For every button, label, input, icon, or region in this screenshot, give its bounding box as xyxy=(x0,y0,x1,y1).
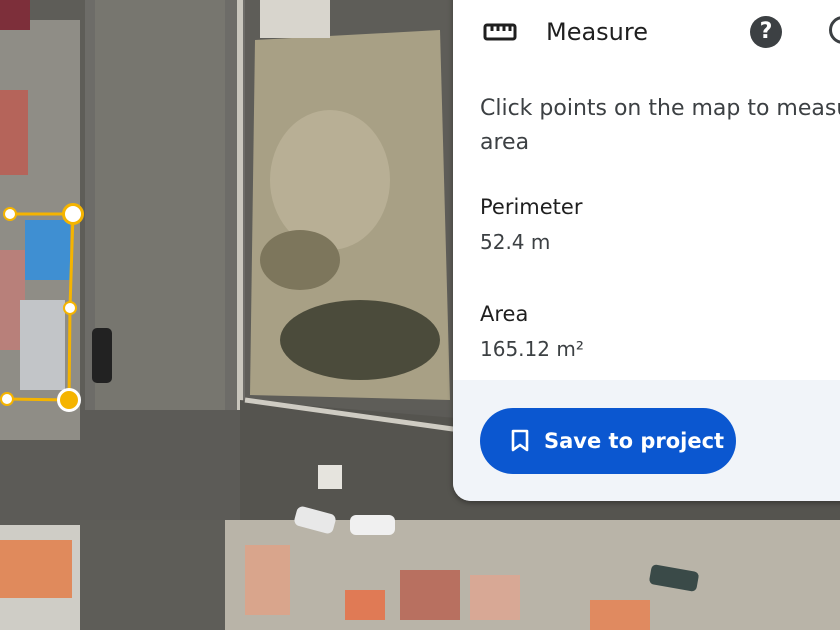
perimeter-label: Perimeter xyxy=(480,195,583,219)
save-button-label: Save to project xyxy=(544,429,725,453)
measure-panel: Measure ? Click points on the map to mea… xyxy=(453,0,840,501)
walkway xyxy=(260,0,330,38)
panel-footer: Save to project xyxy=(453,380,840,501)
measure-vertex-handle[interactable] xyxy=(62,203,84,225)
bookmark-icon xyxy=(511,429,529,452)
help-icon[interactable]: ? xyxy=(750,16,782,48)
roof-tile-3 xyxy=(470,575,520,620)
area-value: 165.12 m² xyxy=(480,337,584,361)
blue-tarp xyxy=(25,220,70,280)
roof-tile-2 xyxy=(400,570,460,620)
measure-midpoint-handle[interactable] xyxy=(0,392,14,406)
roof-tile-5 xyxy=(590,600,650,630)
measure-midpoint-handle[interactable] xyxy=(3,207,17,221)
lot-shrub xyxy=(260,230,340,290)
perimeter-value: 52.4 m xyxy=(480,230,551,254)
red-roof xyxy=(0,90,28,175)
panel-title: Measure xyxy=(546,18,648,46)
bottom-buildings xyxy=(225,520,840,630)
manhole xyxy=(318,465,342,489)
street-surface xyxy=(95,0,225,420)
panel-header: Measure ? xyxy=(453,0,840,66)
lot-dirt xyxy=(270,110,390,250)
measure-midpoint-handle[interactable] xyxy=(63,301,77,315)
roof-tile-1 xyxy=(245,545,290,615)
lot-vegetation xyxy=(280,300,440,380)
gray-roof xyxy=(20,300,65,390)
save-to-project-button[interactable]: Save to project xyxy=(480,408,736,474)
ruler-icon xyxy=(483,23,517,41)
car-top xyxy=(0,0,30,30)
car-white-2 xyxy=(350,515,395,535)
measure-vertex-handle[interactable] xyxy=(57,388,81,412)
close-icon[interactable] xyxy=(829,16,840,44)
orange-roof xyxy=(0,540,72,598)
car-dark xyxy=(92,328,112,383)
roof-tile-4 xyxy=(345,590,385,620)
area-label: Area xyxy=(480,302,529,326)
instructions-text: Click points on the map to measure area xyxy=(480,96,840,155)
